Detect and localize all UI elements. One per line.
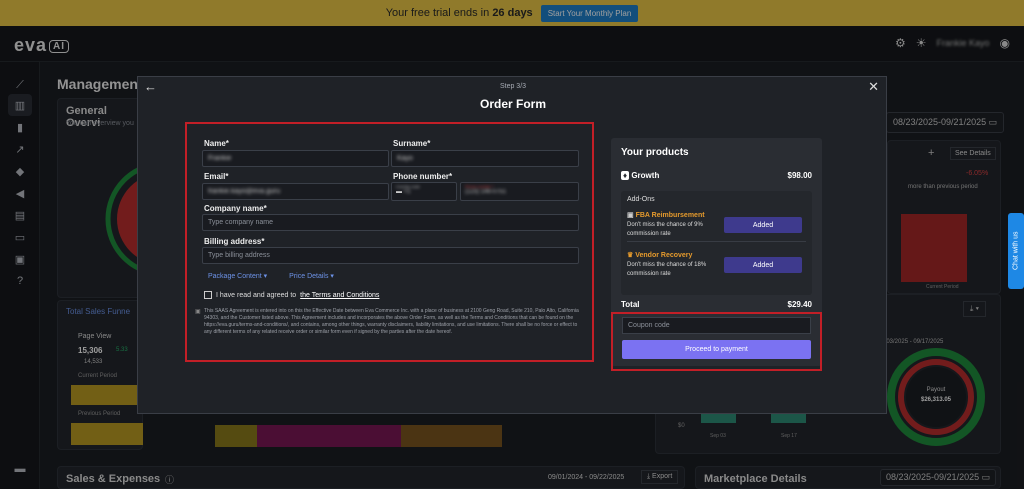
plan-price: $98.00 [787, 171, 812, 180]
terms-agreement: I have read and agreed to the Terms and … [204, 291, 379, 299]
plan-row: ♦ Growth $98.00 [621, 171, 812, 180]
fba-added-button[interactable]: Added [724, 217, 802, 233]
chat-button[interactable]: Chat with us [1008, 213, 1024, 289]
crown-icon: ♛ [627, 252, 634, 259]
proceed-payment-button[interactable]: Proceed to payment [622, 340, 811, 359]
modal-title: Order Form [479, 97, 546, 111]
close-icon[interactable]: ✕ [868, 79, 879, 95]
email-field[interactable]: frankie.kayo@eva.guru [202, 183, 389, 200]
billing-address-field[interactable]: Type billing address [202, 247, 579, 264]
step-indicator: Step 3/3 [499, 83, 527, 90]
terms-link[interactable]: the Terms and Conditions [300, 292, 379, 299]
company-name-field[interactable]: Type company name [202, 214, 579, 231]
order-form-modal: ← Step 3/3 Order Form ✕ Name* Frankie Su… [137, 76, 887, 414]
diamond-icon: ♦ [621, 171, 630, 180]
addon-fba: ▣ FBA Reimbursement Don't miss the chanc… [627, 211, 808, 239]
phone-field[interactable]: Phone number * (123) 146-0751 [460, 182, 579, 201]
coupon-input[interactable]: Coupon code [622, 317, 811, 334]
vendor-added-button[interactable]: Added [724, 257, 802, 273]
addon-divider [627, 241, 806, 242]
price-details-dropdown[interactable]: Price Details ▾ [289, 272, 334, 280]
terms-checkbox[interactable] [204, 291, 212, 299]
country-code-select[interactable]: Country code ▬ +1 [391, 182, 457, 201]
total-value: $29.40 [787, 300, 812, 309]
plan-name: Growth [631, 171, 660, 180]
lock-icon: ▣ [195, 309, 201, 315]
addons-box: Add-Ons ▣ FBA Reimbursement Don't miss t… [621, 191, 812, 295]
flag-icon: ▬ [396, 189, 402, 195]
package-content-dropdown[interactable]: Package Content ▾ [208, 272, 267, 280]
addon-vendor: ♛ Vendor Recovery Don't miss the chance … [627, 251, 808, 279]
detail-dropdowns: Package Content ▾ Price Details ▾ [208, 272, 334, 280]
legal-text: This SAAS Agreement is entered into on t… [204, 308, 579, 335]
name-field[interactable]: Frankie [202, 150, 389, 167]
surname-field[interactable]: Kayo [391, 150, 579, 167]
total-row: Total $29.40 [621, 300, 812, 309]
addon-fba-icon: ▣ [627, 212, 634, 219]
